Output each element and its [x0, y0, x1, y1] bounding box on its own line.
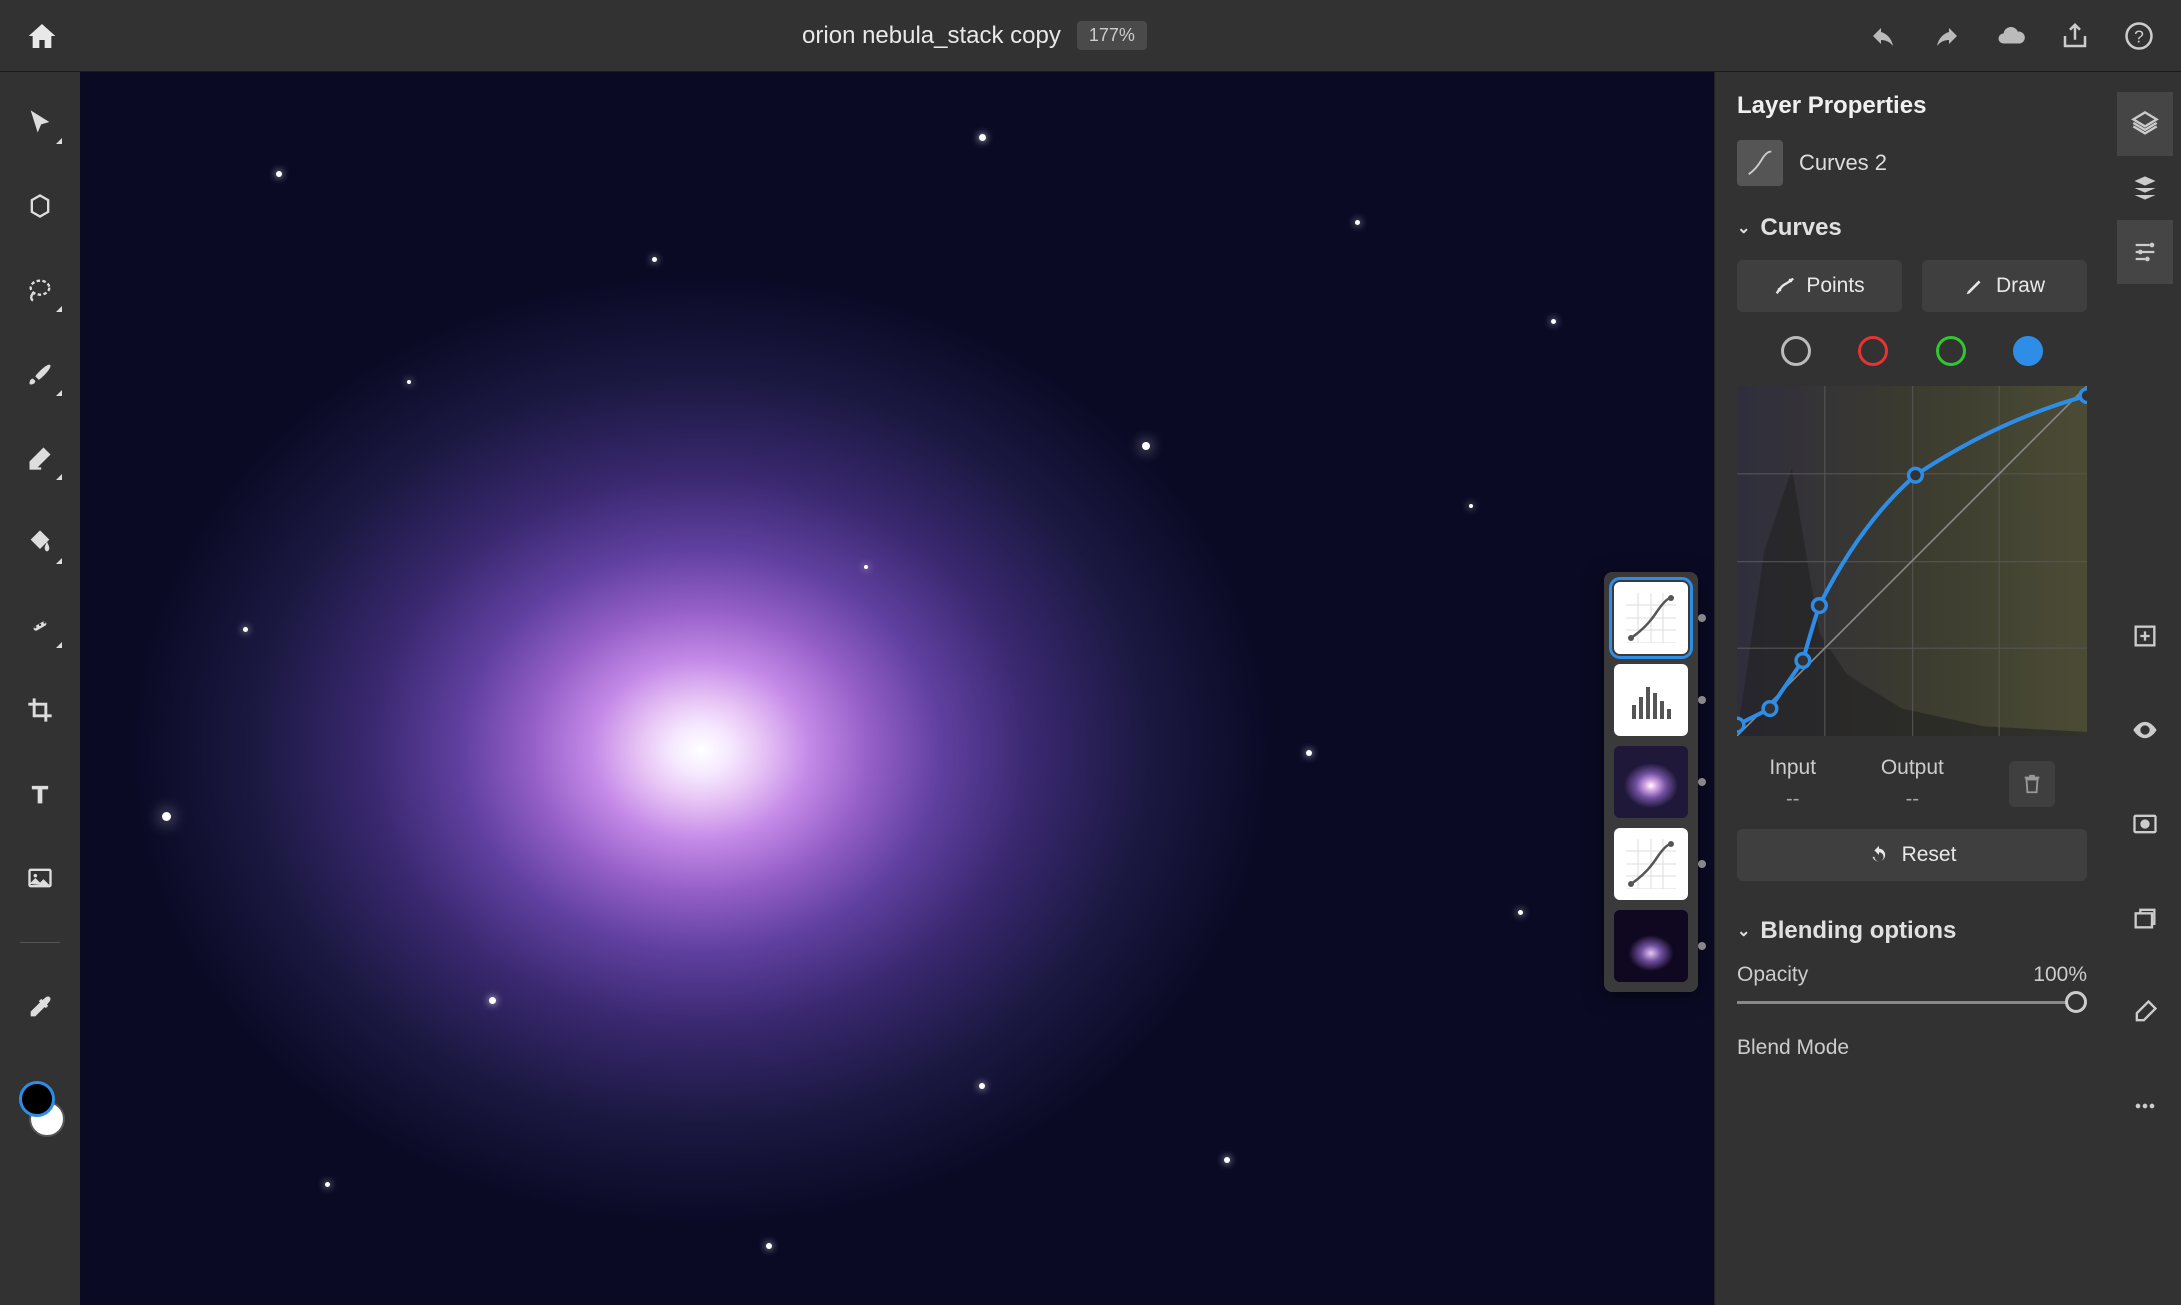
- opacity-value: 100%: [2033, 963, 2087, 987]
- healing-tool[interactable]: [20, 606, 60, 646]
- share-icon[interactable]: [2057, 18, 2093, 54]
- reset-button-label: Reset: [1902, 843, 1957, 867]
- undo-button[interactable]: [1865, 18, 1901, 54]
- layer-thumb-image-1[interactable]: [1614, 746, 1688, 818]
- foreground-color[interactable]: [19, 1081, 55, 1117]
- input-value: --: [1769, 788, 1816, 811]
- document-title: orion nebula_stack copy: [802, 22, 1061, 50]
- layers-panel-button[interactable]: [2117, 92, 2173, 156]
- draw-mode-button[interactable]: Draw: [1922, 260, 2087, 312]
- curves-section-label: Curves: [1760, 214, 1841, 242]
- redo-button[interactable]: [1929, 18, 1965, 54]
- blending-section-header[interactable]: ⌄ Blending options: [1737, 917, 2087, 945]
- input-label: Input: [1769, 756, 1816, 780]
- blending-section-label: Blending options: [1760, 917, 1956, 945]
- layer-type-icon: [1737, 140, 1783, 186]
- points-mode-button[interactable]: Points: [1737, 260, 1902, 312]
- eraser-tool[interactable]: [20, 438, 60, 478]
- document-image: [80, 72, 1714, 1305]
- channel-rgb[interactable]: [1781, 336, 1811, 366]
- crop-tool[interactable]: [20, 690, 60, 730]
- fill-tool[interactable]: [20, 522, 60, 562]
- draw-button-label: Draw: [1996, 274, 2045, 298]
- toolbar-divider: [20, 942, 60, 943]
- chevron-down-icon: ⌄: [1737, 921, 1750, 941]
- delete-point-button[interactable]: [2009, 761, 2055, 807]
- channel-green[interactable]: [1936, 336, 1966, 366]
- layer-thumb-image-2[interactable]: [1614, 910, 1688, 982]
- reset-button[interactable]: Reset: [1737, 829, 2087, 881]
- layer-name[interactable]: Curves 2: [1799, 150, 1887, 176]
- move-tool[interactable]: [20, 102, 60, 142]
- points-button-label: Points: [1806, 274, 1864, 298]
- canvas[interactable]: [80, 72, 1714, 1305]
- eyedropper-tool[interactable]: [20, 987, 60, 1027]
- chevron-down-icon: ⌄: [1737, 218, 1750, 238]
- transform-tool[interactable]: [20, 186, 60, 226]
- layer-thumb-curves-selected[interactable]: [1614, 582, 1688, 654]
- panel-title: Layer Properties: [1737, 92, 2087, 120]
- help-icon[interactable]: ?: [2121, 18, 2157, 54]
- cloud-icon[interactable]: [1993, 18, 2029, 54]
- opacity-label: Opacity: [1737, 963, 1808, 987]
- layer-thumb-levels[interactable]: [1614, 664, 1688, 736]
- zoom-badge[interactable]: 177%: [1077, 21, 1147, 50]
- opacity-slider-handle[interactable]: [2065, 991, 2087, 1013]
- opacity-slider[interactable]: [1737, 1001, 2087, 1004]
- svg-text:?: ?: [2134, 26, 2144, 46]
- layer-thumb-curves-2[interactable]: [1614, 828, 1688, 900]
- add-layer-button[interactable]: [2117, 604, 2173, 668]
- color-swatches[interactable]: [15, 1081, 65, 1137]
- curves-graph[interactable]: [1737, 386, 2087, 736]
- channel-red[interactable]: [1858, 336, 1888, 366]
- erase-layer-button[interactable]: [2117, 980, 2173, 1044]
- layer-stack-button[interactable]: [2117, 156, 2173, 220]
- output-value: --: [1881, 788, 1944, 811]
- left-toolbar: [0, 72, 80, 1305]
- channel-selector: [1737, 336, 2087, 366]
- clip-button[interactable]: [2117, 886, 2173, 950]
- channel-blue[interactable]: [2013, 336, 2043, 366]
- type-tool[interactable]: [20, 774, 60, 814]
- place-image-tool[interactable]: [20, 858, 60, 898]
- output-label: Output: [1881, 756, 1944, 780]
- curves-section-header[interactable]: ⌄ Curves: [1737, 214, 2087, 242]
- floating-layer-stack[interactable]: [1604, 572, 1698, 992]
- lasso-tool[interactable]: [20, 270, 60, 310]
- right-rail: [2109, 72, 2181, 1305]
- top-bar: orion nebula_stack copy 177% ?: [0, 0, 2181, 72]
- blend-mode-label: Blend Mode: [1737, 1036, 2087, 1060]
- home-button[interactable]: [24, 18, 60, 54]
- properties-panel: Layer Properties Curves 2 ⌄ Curves Point…: [1714, 72, 2109, 1305]
- mask-button[interactable]: [2117, 792, 2173, 856]
- brush-tool[interactable]: [20, 354, 60, 394]
- more-options-button[interactable]: [2117, 1074, 2173, 1138]
- adjustments-panel-button[interactable]: [2117, 220, 2173, 284]
- visibility-button[interactable]: [2117, 698, 2173, 762]
